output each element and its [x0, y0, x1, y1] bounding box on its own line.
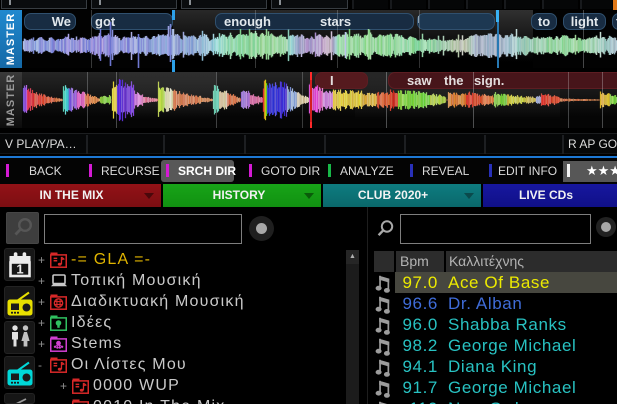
svg-text:1: 1: [16, 261, 23, 276]
